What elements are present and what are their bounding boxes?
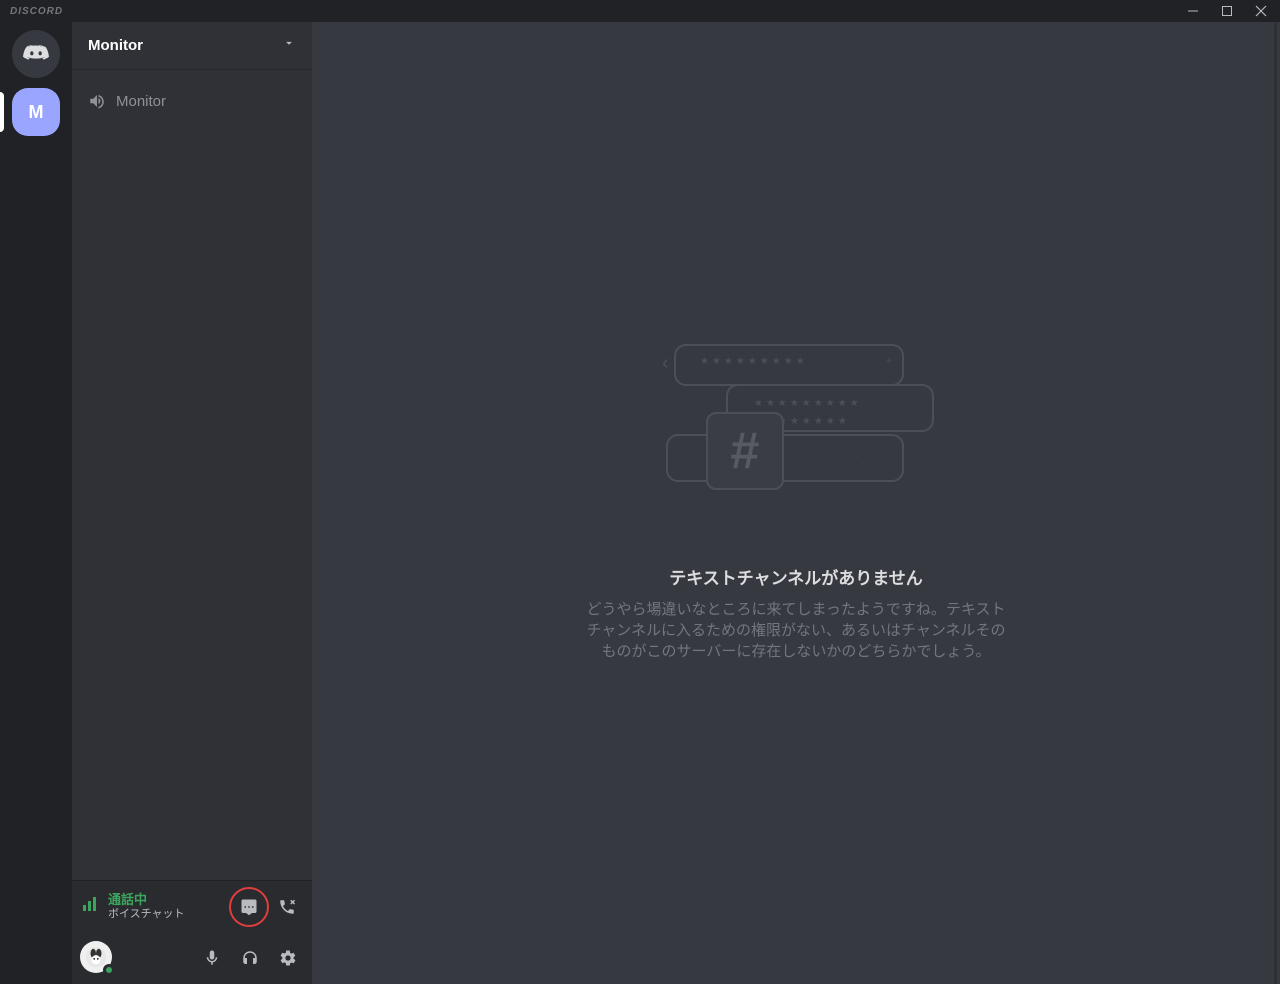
channel-sidebar: Monitor Monitor 通話中 ボイスチャット: [72, 22, 312, 984]
window-buttons: [1180, 0, 1274, 22]
channel-list: Monitor: [72, 70, 312, 880]
user-avatar[interactable]: [80, 941, 114, 975]
noise-suppression-button[interactable]: [234, 892, 264, 922]
voice-status-text: 通話中: [108, 893, 226, 907]
empty-title: テキストチャンネルがありません: [669, 564, 922, 589]
title-bar: DISCORD: [0, 0, 1280, 22]
main-content: ‹ ★★★★★★★★★ + ★★★★★★★★★ ★★★★★★ : : # テキス…: [312, 22, 1280, 984]
server-header[interactable]: Monitor: [72, 22, 312, 70]
voice-channel-monitor[interactable]: Monitor: [80, 86, 304, 116]
window-maximize-button[interactable]: [1214, 0, 1240, 22]
server-name: Monitor: [88, 37, 143, 54]
disconnect-button[interactable]: [272, 892, 302, 922]
home-button[interactable]: [12, 30, 60, 78]
empty-state: ‹ ★★★★★★★★★ + ★★★★★★★★★ ★★★★★★ : : # テキス…: [581, 344, 1011, 662]
window-minimize-button[interactable]: [1180, 0, 1206, 22]
status-online-icon: [103, 964, 115, 976]
user-settings-button[interactable]: [272, 942, 304, 974]
empty-illustration-icon: ‹ ★★★★★★★★★ + ★★★★★★★★★ ★★★★★★ : : #: [666, 344, 926, 524]
guild-selected-pill: [0, 92, 4, 132]
deafen-button[interactable]: [234, 942, 266, 974]
chevron-down-icon: [282, 36, 296, 55]
voice-channel-label: Monitor: [116, 93, 166, 110]
app-brand: DISCORD: [10, 6, 63, 17]
guild-list: M: [0, 22, 72, 984]
empty-body: どうやら場違いなところに来てしまったようですね。テキストチャンネルに入るための権…: [581, 599, 1011, 662]
signal-icon: [82, 895, 100, 918]
speaker-icon: [88, 92, 106, 110]
voice-status-sub: ボイスチャット: [108, 908, 226, 920]
mute-mic-button[interactable]: [196, 942, 228, 974]
user-panel: [72, 932, 312, 984]
window-close-button[interactable]: [1248, 0, 1274, 22]
voice-status-panel: 通話中 ボイスチャット: [72, 880, 312, 932]
avatar-icon: [85, 946, 107, 968]
guild-icon-monitor[interactable]: M: [12, 88, 60, 136]
discord-logo-icon: [23, 44, 49, 64]
